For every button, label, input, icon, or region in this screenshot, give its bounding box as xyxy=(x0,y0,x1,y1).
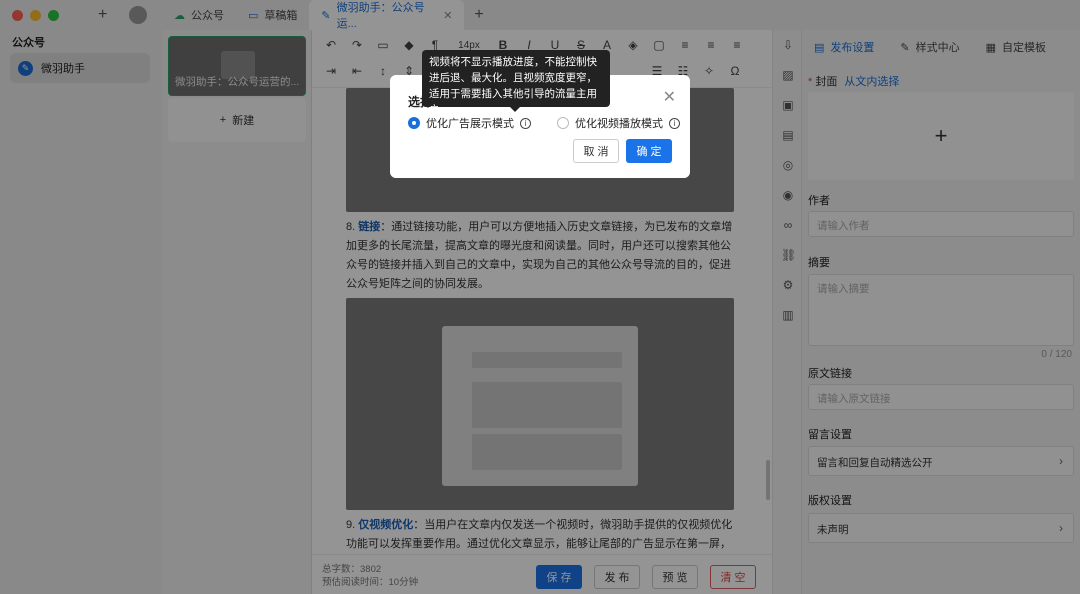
confirm-button[interactable]: 确 定 xyxy=(626,139,672,163)
cancel-button[interactable]: 取 消 xyxy=(573,139,619,163)
close-icon[interactable]: ✕ xyxy=(663,87,676,107)
mode-options: 优化广告展示模式 i 优化视频播放模式 i xyxy=(408,115,680,131)
info-tooltip: 视频将不显示播放进度，不能控制快进后退、最大化。且视频宽度更窄，适用于需要插入其… xyxy=(422,50,610,116)
radio-video-mode[interactable] xyxy=(557,117,569,129)
option-video-mode-label[interactable]: 优化视频播放模式 xyxy=(575,115,663,131)
info-icon[interactable]: i xyxy=(669,117,680,129)
radio-ad-mode[interactable] xyxy=(408,117,420,129)
info-icon[interactable]: i xyxy=(520,117,531,129)
